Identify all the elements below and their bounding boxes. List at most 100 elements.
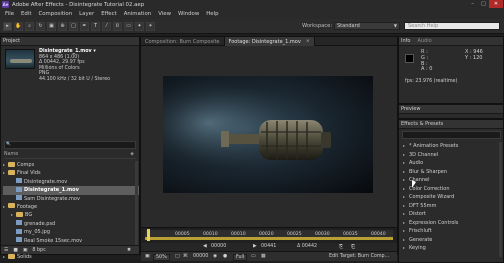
footage-name[interactable]: Disintegrate_1.mov ▾	[39, 49, 96, 55]
time-ruler[interactable]: 00005 00010 00010 00020 00025 00030 0003…	[141, 227, 397, 243]
effect-category[interactable]: ▸ DFT 55mm	[403, 202, 499, 211]
clone-stamp-tool-icon[interactable]: ⌷	[113, 21, 122, 31]
project-item[interactable]: Sam Disintegrate.mov	[3, 195, 139, 203]
menu-effect[interactable]: Effect	[101, 11, 117, 17]
menu-composition[interactable]: Composition	[38, 11, 72, 17]
footage-frame	[163, 76, 373, 193]
project-item[interactable]: Real Smoke 15sec.mov	[3, 237, 139, 245]
info-panel: Info Audio R : G : B : A : 0 X : 946 Y :…	[398, 36, 504, 104]
tab-composition-burn-composite[interactable]: Composition: Burn Composite	[141, 37, 225, 46]
close-tab-icon[interactable]: ×	[306, 39, 310, 44]
footage-file-icon	[16, 195, 22, 201]
xy-readout: X : 946 Y : 120	[465, 49, 483, 62]
project-item[interactable]: Disintegrate_1.mov	[3, 186, 139, 195]
eraser-tool-icon[interactable]: ▭	[124, 21, 133, 31]
viewer-current-time[interactable]: 00000	[193, 254, 208, 259]
project-item[interactable]: Disintegrate.mov	[3, 178, 139, 186]
effect-category[interactable]: ▸ Audio	[403, 159, 499, 168]
project-panel: Project Disintegrate_1.mov ▾ 864 x 486 (…	[0, 36, 140, 260]
always-preview-icon[interactable]: ▣	[145, 254, 150, 259]
effect-category[interactable]: ▸ Generate	[403, 236, 499, 245]
footage-viewer[interactable]	[141, 46, 397, 227]
ripple-insert-icon[interactable]: ⎘	[339, 244, 343, 250]
current-time[interactable]: 00000	[211, 244, 226, 249]
camera-tool-icon[interactable]: ▣	[47, 21, 56, 31]
effect-category[interactable]: ▸ Color Correction	[403, 185, 499, 194]
hand-tool-icon[interactable]: ✋	[14, 21, 23, 31]
effects-panel-tab[interactable]: Effects & Presets	[399, 120, 503, 129]
effects-search-input[interactable]	[402, 131, 501, 139]
effect-category[interactable]: ▸ Expression Controls	[403, 219, 499, 228]
project-panel-tab[interactable]: Project	[1, 37, 139, 46]
snapshot-icon[interactable]: ◉	[213, 254, 217, 259]
tab-audio[interactable]: Audio	[417, 38, 431, 44]
puppet-tool-icon[interactable]: ✴	[146, 21, 155, 31]
close-button[interactable]: ✕	[489, 0, 503, 8]
project-item[interactable]: ▸ BG	[3, 211, 139, 219]
trash-icon[interactable]: ✖	[127, 248, 131, 253]
minimize-button[interactable]: –	[467, 0, 478, 8]
menu-edit[interactable]: Edit	[21, 11, 31, 17]
project-scrollbar[interactable]	[135, 161, 138, 246]
new-composition-icon[interactable]: ▣	[23, 248, 28, 253]
tab-footage-disintegrate[interactable]: Footage: Disintegrate_1.mov ×	[224, 37, 315, 46]
project-item[interactable]: my_05.jpg	[3, 228, 139, 236]
pen-tool-icon[interactable]: ✒	[80, 21, 89, 31]
in-point-icon[interactable]: ◀	[203, 244, 207, 249]
out-point-icon[interactable]: ▶	[253, 244, 257, 249]
interpret-footage-icon[interactable]: ☰	[4, 248, 8, 253]
menu-view[interactable]: View	[158, 11, 171, 17]
project-item[interactable]: ▸ Final Vids	[3, 169, 139, 177]
transparency-grid-icon[interactable]: ▦	[261, 254, 266, 259]
tab-info[interactable]: Info	[401, 38, 410, 44]
effect-category[interactable]: ▸ Composite Wizard	[403, 193, 499, 202]
preview-panel-tab[interactable]: Preview	[399, 105, 503, 114]
label-column-icon[interactable]: ◈	[130, 152, 134, 157]
effect-category[interactable]: ▸ 3D Channel	[403, 151, 499, 160]
maximize-button[interactable]: □	[478, 0, 489, 8]
menu-help[interactable]: Help	[206, 11, 218, 17]
work-area-bar[interactable]	[145, 237, 393, 240]
new-folder-icon[interactable]: ■	[13, 248, 18, 253]
overlay-edit-icon[interactable]: ⎗	[351, 244, 355, 250]
zoom-tool-icon[interactable]: ⌕	[25, 21, 34, 31]
menu-layer[interactable]: Layer	[79, 11, 94, 17]
effect-category[interactable]: ▸ Frischluft	[403, 227, 499, 236]
effects-scrollbar[interactable]	[499, 142, 502, 257]
project-search-input[interactable]	[4, 141, 136, 149]
workspace-label: Workspace:	[302, 23, 333, 29]
effects-tab-label: Effects & Presets	[401, 121, 444, 127]
type-tool-icon[interactable]: T	[91, 21, 100, 31]
effect-category[interactable]: ▸ * Animation Presets	[403, 142, 499, 151]
effect-category[interactable]: ▸ Channel	[403, 176, 499, 185]
playhead[interactable]	[147, 229, 150, 241]
pan-behind-tool-icon[interactable]: ⊕	[58, 21, 67, 31]
project-item[interactable]: ▸ Solids	[3, 253, 139, 261]
selection-tool-icon[interactable]: ▸	[3, 21, 12, 31]
brush-tool-icon[interactable]: ⁄	[102, 21, 111, 31]
region-of-interest-icon[interactable]: ▭	[251, 254, 256, 259]
resolution-select[interactable]: Full	[233, 254, 248, 261]
effect-category[interactable]: ▸ Blur & Sharpen	[403, 168, 499, 177]
out-time[interactable]: 00441	[261, 244, 276, 249]
project-item[interactable]: ▸ Footage	[3, 203, 139, 211]
edit-target-label[interactable]: Edit Target: Burn Comp...	[329, 254, 389, 259]
magnification-select[interactable]: 50%	[153, 254, 170, 261]
menu-window[interactable]: Window	[178, 11, 199, 17]
project-item[interactable]: grenade.psd	[3, 220, 139, 228]
roto-brush-tool-icon[interactable]: ✦	[135, 21, 144, 31]
effect-category[interactable]: ▸ Keying	[403, 244, 499, 253]
workspace-select[interactable]: Standard ▼	[334, 22, 400, 30]
effect-category[interactable]: ▸ Distort	[403, 210, 499, 219]
menu-animation[interactable]: Animation	[124, 11, 151, 17]
search-help-input[interactable]: Search Help	[404, 22, 500, 30]
name-column-header[interactable]: Name ◈	[4, 152, 136, 159]
project-item[interactable]: ▸ Comps	[3, 161, 139, 169]
rectangle-tool-icon[interactable]: □	[69, 21, 78, 31]
menu-file[interactable]: File	[5, 11, 14, 17]
rotate-tool-icon[interactable]: ↻	[36, 21, 45, 31]
show-channel-icon[interactable]: ●	[223, 254, 227, 259]
mask-visibility-icon[interactable]: ⌘	[183, 254, 188, 259]
safe-zones-icon[interactable]: □	[175, 254, 180, 259]
bit-depth-button[interactable]: 8 bpc	[32, 248, 45, 253]
